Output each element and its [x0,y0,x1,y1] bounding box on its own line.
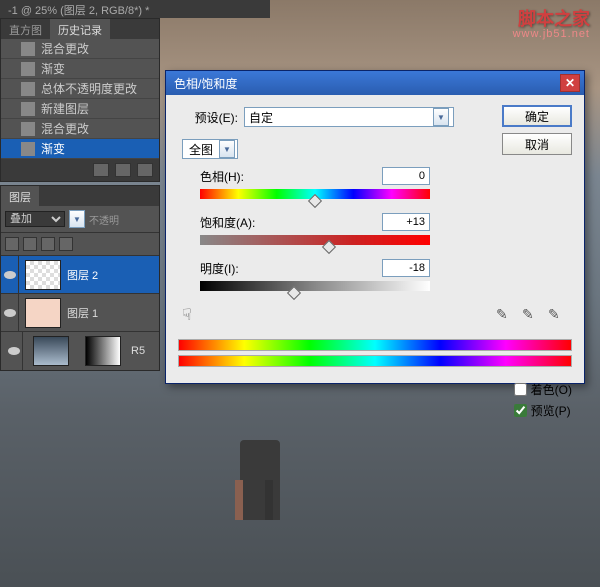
hue-label: 色相(H): [200,168,244,185]
tab-histogram[interactable]: 直方图 [1,19,50,39]
dropdown-icon[interactable]: ▼ [69,210,85,228]
ok-button[interactable]: 确定 [502,105,572,127]
history-item[interactable]: 新建图层 [1,99,159,119]
scope-select[interactable]: 全图 ▼ [182,139,238,159]
blend-icon [21,42,35,56]
history-item[interactable]: 混合更改 [1,119,159,139]
layers-panel: 图层 叠加 ▼ 不透明 图层 2 图层 1 R5 [0,185,160,371]
blend-mode-select[interactable]: 叠加 [5,211,65,227]
blend-icon [21,122,35,136]
history-item[interactable]: 混合更改 [1,39,159,59]
hue-saturation-dialog: 色相/饱和度 ✕ 预设(E): 自定 ▼ 全图 ▼ 色相(H): [165,70,585,384]
colorize-checkbox[interactable]: 着色(O) [514,381,572,398]
chevron-down-icon: ▼ [433,108,449,126]
trash-icon[interactable] [137,163,153,177]
layer-name: 图层 2 [67,267,98,283]
eye-icon [8,347,20,355]
saturation-label: 饱和度(A): [200,214,255,231]
lightness-slider[interactable] [200,281,430,291]
layer-name: 图层 1 [67,305,98,321]
watermark-url: www.jb51.net [513,28,590,40]
eyedropper-sub-icon[interactable]: ✎ [548,306,568,324]
lightness-input[interactable] [382,259,430,277]
hue-spectrum-bottom [178,355,572,367]
history-panel: 直方图 历史记录 混合更改 渐变 总体不透明度更改 新建图层 混合更改 渐变 [0,18,160,182]
visibility-toggle[interactable] [1,256,19,294]
mask-label: R5 [131,345,145,357]
new-state-icon[interactable] [115,163,131,177]
hue-input[interactable] [382,167,430,185]
hue-spectrum-top [178,339,572,351]
lock-pos-icon[interactable] [41,237,55,251]
layer-item-selected[interactable]: 图层 2 [1,256,159,294]
eyedropper-add-icon[interactable]: ✎ [522,306,542,324]
close-button[interactable]: ✕ [560,74,580,92]
tab-history[interactable]: 历史记录 [50,19,110,39]
preset-select[interactable]: 自定 ▼ [244,107,454,127]
mask-thumbnail[interactable] [33,336,69,366]
history-item-selected[interactable]: 渐变 [1,139,159,159]
layer-thumbnail[interactable] [25,298,61,328]
visibility-toggle[interactable] [5,332,23,370]
layer-item[interactable]: 图层 1 [1,294,159,332]
history-item[interactable]: 渐变 [1,59,159,79]
dialog-title: 色相/饱和度 [174,75,237,92]
eyedropper-icon[interactable]: ✎ [496,306,516,324]
document-titlebar: -1 @ 25% (图层 2, RGB/8*) * [0,0,270,18]
snapshot-icon[interactable] [93,163,109,177]
lightness-label: 明度(I): [200,260,239,277]
tab-layers[interactable]: 图层 [1,186,39,206]
eye-icon [4,271,16,279]
mask-thumbnail[interactable] [85,336,121,366]
gradient-icon [21,142,35,156]
dialog-titlebar[interactable]: 色相/饱和度 ✕ [166,71,584,95]
saturation-input[interactable] [382,213,430,231]
visibility-toggle[interactable] [1,294,19,332]
chevron-down-icon: ▼ [219,140,235,158]
new-layer-icon [21,102,35,116]
lock-pixel-icon[interactable] [23,237,37,251]
opacity-label: 不透明 [89,212,119,227]
cancel-button[interactable]: 取消 [502,133,572,155]
layer-thumbnail[interactable] [25,260,61,290]
hue-slider[interactable] [200,189,430,199]
lock-trans-icon[interactable] [5,237,19,251]
mask-row[interactable]: R5 [1,332,159,370]
preview-checkbox[interactable]: 预览(P) [514,402,572,419]
gradient-icon [21,62,35,76]
lock-all-icon[interactable] [59,237,73,251]
opacity-icon [21,82,35,96]
saturation-slider[interactable] [200,235,430,245]
scrub-icon[interactable]: ☟ [182,305,202,325]
eye-icon [4,309,16,317]
preset-label: 预设(E): [178,109,238,126]
history-item[interactable]: 总体不透明度更改 [1,79,159,99]
